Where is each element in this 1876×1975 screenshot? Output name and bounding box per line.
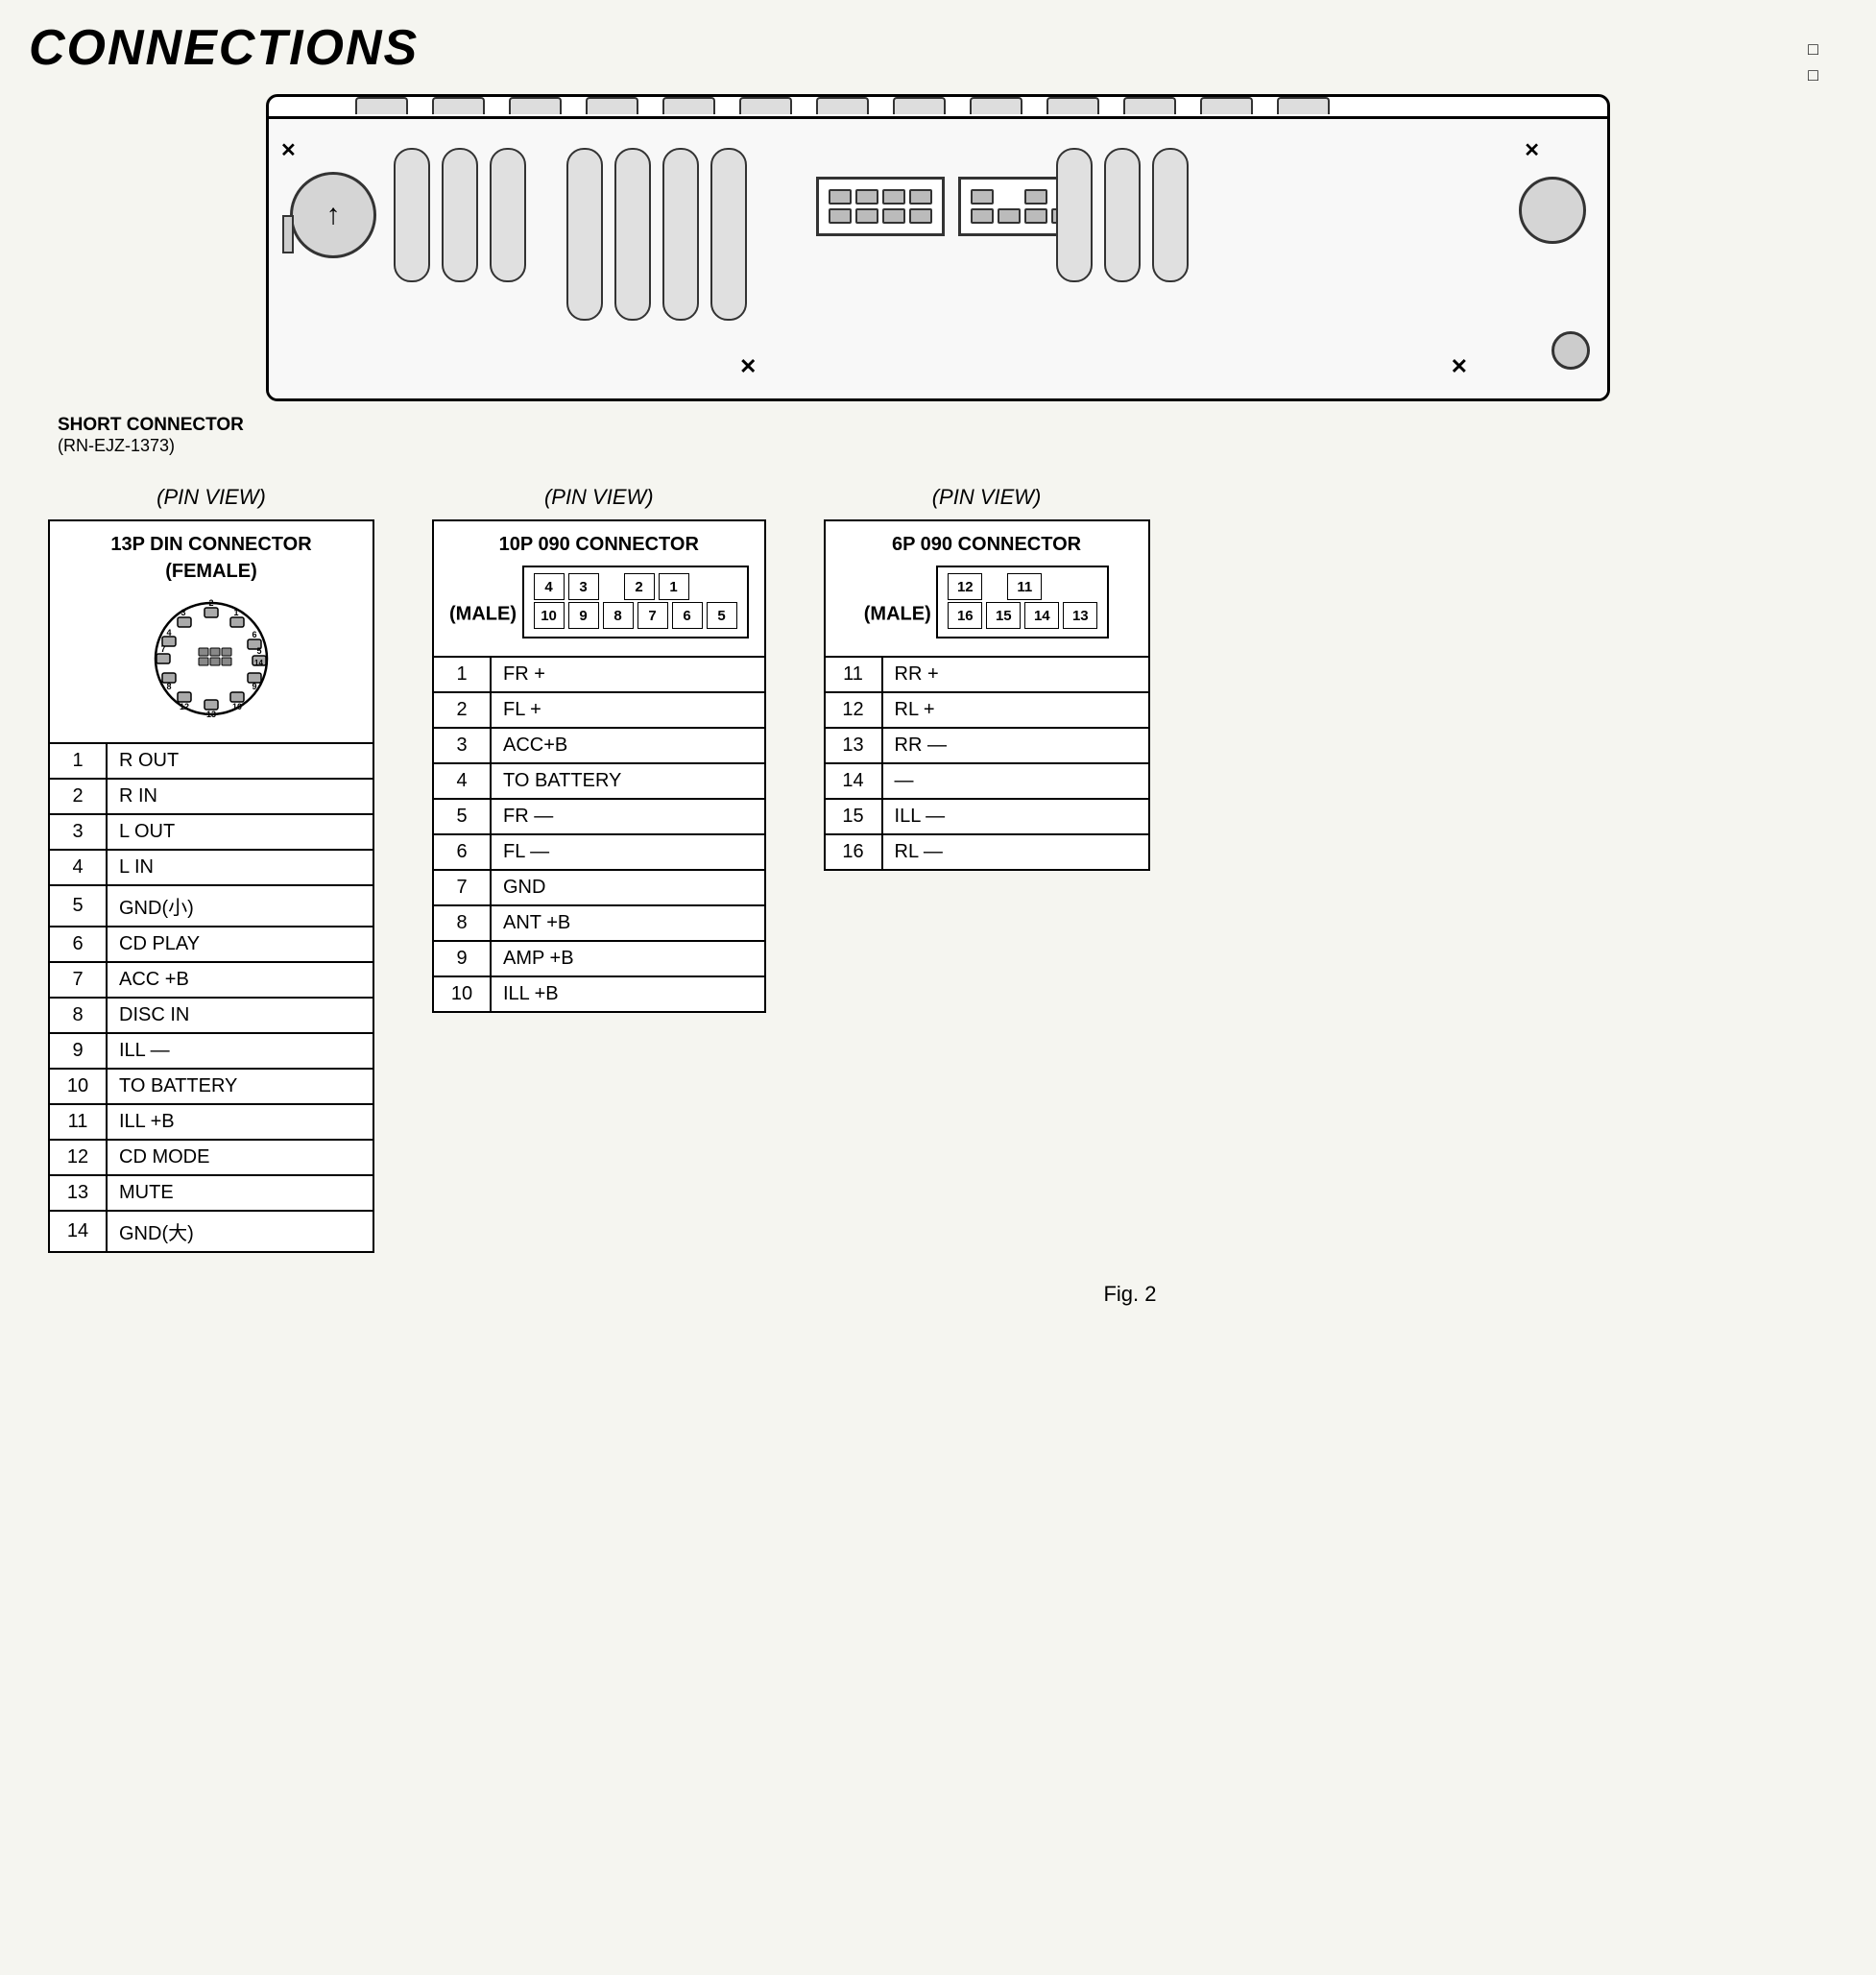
short-connector-label: SHORT CONNECTOR (RN-EJZ-1373)	[58, 415, 244, 456]
table-row: 14GND(大)	[49, 1211, 373, 1252]
table-row: 14—	[825, 763, 1149, 799]
svg-text:4: 4	[166, 628, 171, 638]
table-row: 5FR —	[433, 799, 765, 834]
svg-text:12: 12	[180, 702, 189, 711]
table-row: 7ACC +B	[49, 962, 373, 998]
svg-text:13: 13	[206, 710, 216, 719]
table-row: 10TO BATTERY	[49, 1069, 373, 1104]
table-row: 1R OUT	[49, 743, 373, 779]
table-row: 12CD MODE	[49, 1140, 373, 1175]
connector-6p-section: (PIN VIEW) 6P 090 CONNECTOR (MALE) 12	[824, 485, 1150, 871]
table-row: 4L IN	[49, 850, 373, 885]
pin-view-label-13p: (PIN VIEW)	[156, 485, 266, 510]
connector-10p-header: 10P 090 CONNECTOR (MALE) 4 3 2 1	[433, 520, 765, 657]
page-title: CONNECTIONS	[29, 19, 1847, 77]
svg-text:2: 2	[208, 598, 213, 608]
table-row: 6CD PLAY	[49, 927, 373, 962]
table-row: 11ILL +B	[49, 1104, 373, 1140]
table-row: 9ILL —	[49, 1033, 373, 1069]
table-row: 1FR +	[433, 657, 765, 692]
table-row: 11RR +	[825, 657, 1149, 692]
svg-text:9: 9	[252, 682, 256, 691]
table-row: 9AMP +B	[433, 941, 765, 976]
table-row: 8DISC IN	[49, 998, 373, 1033]
table-row: 2R IN	[49, 779, 373, 814]
table-row: 4TO BATTERY	[433, 763, 765, 799]
svg-text:1: 1	[233, 608, 238, 617]
table-row: 3ACC+B	[433, 728, 765, 763]
svg-text:3: 3	[180, 608, 185, 617]
svg-text:5: 5	[256, 646, 261, 656]
table-row: 7GND	[433, 870, 765, 905]
table-row: 6FL —	[433, 834, 765, 870]
table-row: 10ILL +B	[433, 976, 765, 1012]
pin-view-label-10p: (PIN VIEW)	[544, 485, 654, 510]
connector-table-6p: 6P 090 CONNECTOR (MALE) 12 11 16	[824, 519, 1150, 871]
table-row: 2FL +	[433, 692, 765, 728]
table-row: 16RL —	[825, 834, 1149, 870]
connector-10p-section: (PIN VIEW) 10P 090 CONNECTOR (MALE) 4 3	[432, 485, 766, 1013]
svg-text:6: 6	[252, 630, 256, 639]
table-row: 5GND(小)	[49, 885, 373, 927]
pin-views-container: (PIN VIEW) 13P DIN CONNECTOR (FEMALE)	[29, 485, 1847, 1253]
svg-text:10: 10	[232, 702, 242, 711]
svg-text:8: 8	[166, 682, 171, 691]
6p-diagram: 12 11 16 15 14 13	[936, 566, 1109, 638]
top-right-note: □□	[1808, 36, 1818, 88]
svg-text:7: 7	[160, 644, 165, 654]
fig-label: Fig. 2	[29, 1282, 1847, 1307]
connector-table-10p: 10P 090 CONNECTOR (MALE) 4 3 2 1	[432, 519, 766, 1013]
table-row: 8ANT +B	[433, 905, 765, 941]
table-row: 12RL +	[825, 692, 1149, 728]
connector-6p-header: 6P 090 CONNECTOR (MALE) 12 11 16	[825, 520, 1149, 657]
connector-table-13p: 13P DIN CONNECTOR (FEMALE) 1	[48, 519, 374, 1253]
table-row: 13RR —	[825, 728, 1149, 763]
table-row: 3L OUT	[49, 814, 373, 850]
device-diagram: ✕ ↑	[266, 94, 1610, 401]
table-row: 13MUTE	[49, 1175, 373, 1211]
pin-view-label-6p: (PIN VIEW)	[932, 485, 1042, 510]
connector-13p-section: (PIN VIEW) 13P DIN CONNECTOR (FEMALE)	[48, 485, 374, 1253]
din-diagram: 1 2 3 4	[149, 596, 274, 721]
10p-diagram: 4 3 2 1 10 9 8 7	[522, 566, 749, 638]
connector-13p-header: 13P DIN CONNECTOR (FEMALE) 1	[49, 520, 373, 743]
svg-text:14: 14	[254, 659, 263, 667]
table-row: 15ILL —	[825, 799, 1149, 834]
